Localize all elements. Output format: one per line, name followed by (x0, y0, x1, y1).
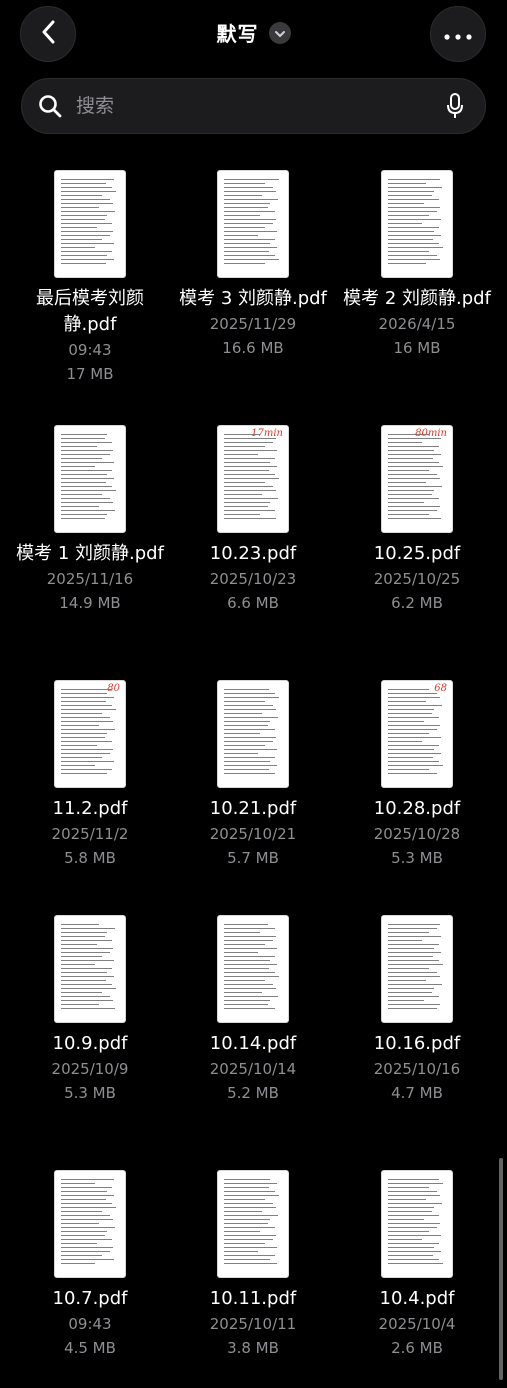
pdf-thumbnail (217, 680, 289, 788)
file-size: 5.7 MB (227, 849, 279, 867)
file-size: 4.7 MB (391, 1084, 443, 1102)
pdf-thumbnail (381, 1170, 453, 1278)
file-name: 10.16.pdf (373, 1033, 461, 1054)
file-name: 模考 1 刘颜静.pdf (16, 543, 164, 564)
file-date: 2025/11/29 (209, 315, 297, 333)
file-item[interactable]: 模考 1 刘颜静.pdf 2025/11/16 14.9 MB (8, 425, 172, 615)
file-date: 2025/11/16 (46, 570, 134, 588)
file-name: 10.14.pdf (209, 1033, 297, 1054)
pdf-thumbnail (381, 915, 453, 1023)
pdf-thumbnail (217, 1170, 289, 1278)
file-item[interactable]: 17min 10.23.pdf 2025/10/23 6.6 MB (171, 425, 335, 615)
file-item[interactable]: 10.16.pdf 2025/10/16 4.7 MB (335, 915, 499, 1105)
file-date: 2026/4/15 (378, 315, 456, 333)
file-date: 2025/10/14 (209, 1060, 297, 1078)
file-size: 16.6 MB (222, 339, 284, 357)
file-size: 3.8 MB (227, 1339, 279, 1357)
file-size: 14.9 MB (59, 594, 121, 612)
file-name: 11.2.pdf (52, 798, 128, 819)
file-date: 2025/10/9 (51, 1060, 129, 1078)
pdf-thumbnail (217, 915, 289, 1023)
file-item[interactable]: 模考 3 刘颜静.pdf 2025/11/29 16.6 MB (171, 170, 335, 360)
pdf-thumbnail (54, 915, 126, 1023)
file-item[interactable]: 10.14.pdf 2025/10/14 5.2 MB (171, 915, 335, 1105)
file-date: 2025/11/2 (51, 825, 129, 843)
file-item[interactable]: 10.11.pdf 2025/10/11 3.8 MB (171, 1170, 335, 1360)
pdf-thumbnail: 17min (217, 425, 289, 533)
file-size: 17 MB (66, 365, 114, 383)
file-name: 10.28.pdf (373, 798, 461, 819)
file-date: 09:43 (68, 1315, 112, 1333)
file-date: 09:43 (68, 341, 112, 359)
pdf-thumbnail (54, 425, 126, 533)
pdf-thumbnail (381, 170, 453, 278)
handwritten-mark: 68 (434, 683, 447, 694)
chevron-down-icon (274, 23, 286, 42)
microphone-icon[interactable] (445, 92, 465, 120)
file-item[interactable]: 最后模考刘颜静.pdf 09:43 17 MB (8, 170, 172, 386)
file-name: 最后模考刘颜静.pdf (36, 288, 144, 335)
ellipsis-icon (444, 25, 472, 44)
file-name: 10.23.pdf (209, 543, 297, 564)
file-size: 4.5 MB (64, 1339, 116, 1357)
handwritten-mark: 17min (251, 428, 283, 439)
file-name: 10.11.pdf (209, 1288, 297, 1309)
search-bar (21, 78, 486, 134)
pdf-thumbnail: 68 (381, 680, 453, 788)
file-item[interactable]: 10.7.pdf 09:43 4.5 MB (8, 1170, 172, 1360)
file-size: 6.6 MB (227, 594, 279, 612)
file-name: 10.25.pdf (373, 543, 461, 564)
pdf-thumbnail: 80 (54, 680, 126, 788)
file-size: 5.3 MB (64, 1084, 116, 1102)
file-size: 6.2 MB (391, 594, 443, 612)
file-name: 10.7.pdf (52, 1288, 128, 1309)
file-item[interactable]: 10.9.pdf 2025/10/9 5.3 MB (8, 915, 172, 1105)
pdf-thumbnail (54, 170, 126, 278)
file-date: 2025/10/28 (373, 825, 461, 843)
file-size: 5.3 MB (391, 849, 443, 867)
title-dropdown-button[interactable] (268, 21, 291, 44)
file-name: 10.4.pdf (379, 1288, 455, 1309)
file-size: 5.2 MB (227, 1084, 279, 1102)
file-item[interactable]: 10.4.pdf 2025/10/4 2.6 MB (335, 1170, 499, 1360)
file-date: 2025/10/23 (209, 570, 297, 588)
file-name: 10.21.pdf (209, 798, 297, 819)
more-button[interactable] (430, 6, 486, 62)
file-date: 2025/10/16 (373, 1060, 461, 1078)
top-bar: 默写 (0, 0, 507, 70)
file-size: 5.8 MB (64, 849, 116, 867)
pdf-thumbnail: 80min (381, 425, 453, 533)
file-item[interactable]: 80 11.2.pdf 2025/11/2 5.8 MB (8, 680, 172, 870)
scrollbar[interactable] (499, 1158, 503, 1380)
file-date: 2025/10/25 (373, 570, 461, 588)
file-date: 2025/10/11 (209, 1315, 297, 1333)
page-title: 默写 (216, 22, 259, 46)
file-name: 10.9.pdf (52, 1033, 128, 1054)
files-screen: 默写 最后模考刘颜静.pdf 09:43 17 MB 模考 3 刘颜静.pdf 2025… (0, 0, 507, 1388)
pdf-thumbnail (54, 1170, 126, 1278)
pdf-thumbnail (217, 170, 289, 278)
search-icon (38, 93, 64, 119)
file-item[interactable]: 80min 10.25.pdf 2025/10/25 6.2 MB (335, 425, 499, 615)
file-size: 16 MB (393, 339, 441, 357)
file-item[interactable]: 10.21.pdf 2025/10/21 5.7 MB (171, 680, 335, 870)
file-date: 2025/10/21 (209, 825, 297, 843)
file-size: 2.6 MB (391, 1339, 443, 1357)
handwritten-mark: 80 (107, 683, 120, 694)
file-item[interactable]: 模考 2 刘颜静.pdf 2026/4/15 16 MB (335, 170, 499, 360)
search-input[interactable] (74, 85, 445, 127)
file-date: 2025/10/4 (378, 1315, 456, 1333)
file-item[interactable]: 68 10.28.pdf 2025/10/28 5.3 MB (335, 680, 499, 870)
handwritten-mark: 80min (415, 428, 447, 439)
file-name: 模考 3 刘颜静.pdf (179, 288, 327, 309)
file-name: 模考 2 刘颜静.pdf (343, 288, 491, 309)
